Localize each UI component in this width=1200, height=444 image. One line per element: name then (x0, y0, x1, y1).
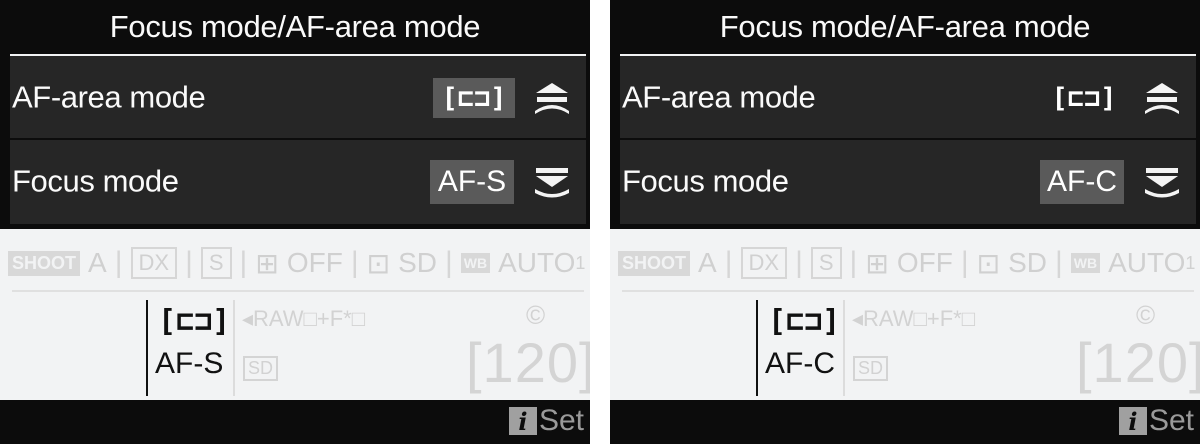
set-hint: i Set (508, 404, 584, 438)
white-balance-icon: WB (1070, 253, 1101, 273)
info-button-icon: i (508, 407, 537, 436)
focus-mode-row[interactable]: Focus mode AF-C (620, 140, 1196, 224)
memory-card-icon: SD (243, 356, 279, 381)
sub-command-dial-icon (1145, 83, 1179, 114)
active-d-lighting-icon: ⊞ (865, 247, 889, 279)
picture-control-icon: ⊡ (976, 247, 1001, 279)
image-area-badge: DX (740, 247, 788, 279)
shoot-menu-badge: SHOOT (8, 250, 81, 276)
set-label: Set (538, 404, 584, 437)
focus-mode-indicator: AF-S (155, 347, 224, 380)
release-mode-badge: S (810, 247, 842, 279)
focus-mode-indicator: AF-C (765, 347, 835, 380)
copyright-icon: © (526, 300, 546, 330)
remaining-shots: [120] (1076, 331, 1200, 394)
remaining-shots: [120] (466, 331, 590, 394)
focus-mode-label: Focus mode (622, 163, 789, 199)
copyright-icon: © (1136, 300, 1156, 330)
white-balance-value: AUTO (1108, 247, 1186, 278)
picture-control-value: SD (398, 247, 437, 278)
af-area-mode-row[interactable]: AF-area mode [⊏⊐] (10, 56, 586, 140)
shooting-status-line: SHOOT A | DX | S | ⊞ OFF | ⊡ SD | WB AUT… (618, 240, 1198, 286)
focus-mode-label: Focus mode (12, 163, 179, 199)
af-area-indicator-icon: [⊏⊐] (768, 304, 841, 339)
exposure-mode: A (88, 247, 107, 278)
active-d-lighting-value: OFF (286, 247, 343, 278)
focus-mode-value[interactable]: AF-S (430, 160, 514, 204)
main-command-dial-icon (1145, 168, 1179, 198)
main-command-dial-icon (535, 168, 569, 198)
picture-control-value: SD (1008, 247, 1047, 278)
focus-mode-row[interactable]: Focus mode AF-S (10, 140, 586, 224)
release-mode-badge: S (200, 247, 232, 279)
shoot-menu-badge: SHOOT (618, 250, 691, 276)
active-d-lighting-value: OFF (896, 247, 953, 278)
sub-command-dial-icon (535, 83, 569, 114)
camera-screen-af-c: Focus mode/AF-area mode AF-area mode [⊏⊐… (610, 0, 1200, 444)
menu-title: Focus mode/AF-area mode (610, 0, 1200, 54)
af-area-indicator-icon: [⊏⊐] (158, 304, 231, 339)
af-area-mode-row[interactable]: AF-area mode [⊏⊐] (620, 56, 1196, 140)
focus-mode-value[interactable]: AF-C (1040, 160, 1124, 204)
info-button-icon: i (1118, 407, 1147, 436)
image-quality-indicator: ◂RAW□+F*□ (852, 306, 975, 331)
white-balance-value: AUTO (498, 247, 576, 278)
set-label: Set (1148, 404, 1194, 437)
image-quality-indicator: ◂RAW□+F*□ (242, 306, 365, 331)
af-area-mode-value[interactable]: [⊏⊐] (433, 78, 515, 118)
set-hint: i Set (1118, 404, 1194, 438)
menu-title: Focus mode/AF-area mode (0, 0, 590, 54)
picture-control-icon: ⊡ (366, 247, 391, 279)
image-area-badge: DX (130, 247, 178, 279)
exposure-mode: A (698, 247, 717, 278)
white-balance-icon: WB (460, 253, 491, 273)
bottom-help-bar: i Set (0, 400, 590, 444)
shooting-status-line: SHOOT A | DX | S | ⊞ OFF | ⊡ SD | WB AUT… (8, 240, 588, 286)
memory-card-icon: SD (853, 356, 889, 381)
af-area-mode-value[interactable]: [⊏⊐] (1043, 78, 1125, 118)
active-d-lighting-icon: ⊞ (255, 247, 279, 279)
camera-screen-af-s: Focus mode/AF-area mode AF-area mode [⊏⊐… (0, 0, 590, 444)
af-area-mode-label: AF-area mode (12, 79, 206, 115)
af-area-mode-label: AF-area mode (622, 79, 816, 115)
bottom-help-bar: i Set (610, 400, 1200, 444)
